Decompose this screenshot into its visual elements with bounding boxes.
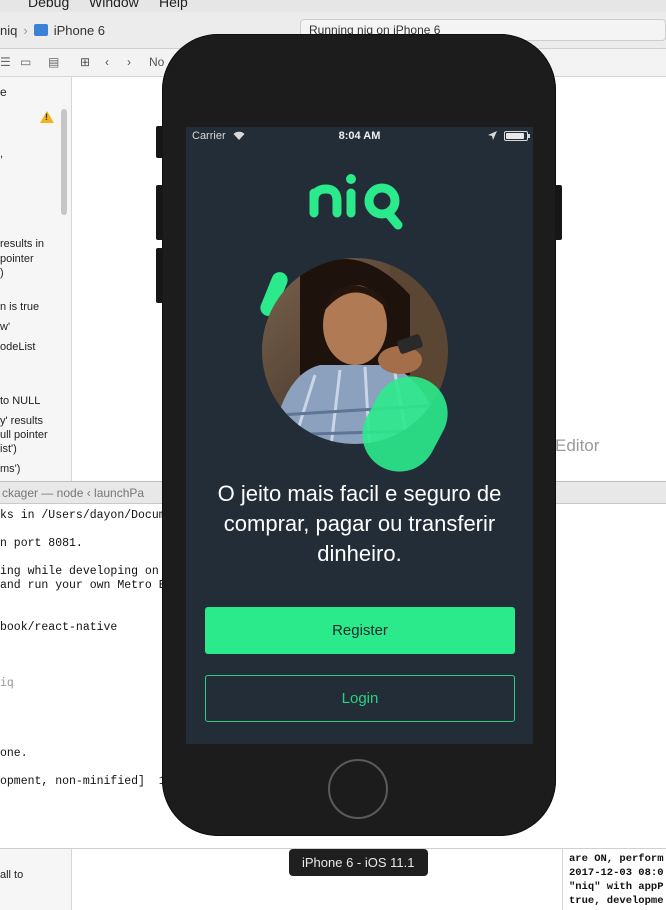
console-line: are ON, perform — [569, 853, 664, 865]
tag-icon[interactable]: ▭ — [20, 55, 31, 69]
menu-help[interactable]: Help — [159, 0, 188, 10]
terminal-line: iq — [0, 677, 14, 690]
jump-bar-label[interactable]: No — [149, 55, 164, 69]
terminal-line: ing while developing on — [0, 565, 159, 578]
menu-bar: Debug Window Help — [0, 0, 666, 12]
power-button — [555, 185, 562, 240]
issue-line[interactable]: ms') — [0, 462, 20, 476]
tagline: O jeito mais facil e seguro de comprar, … — [217, 481, 502, 566]
issue-line[interactable]: w' — [0, 320, 10, 334]
related-items-icon[interactable]: ⊞ — [80, 55, 90, 69]
mute-switch — [156, 126, 163, 158]
warning-icon — [40, 111, 54, 123]
console-line: 2017-12-03 08:0 — [569, 867, 664, 879]
navigator-header: e — [0, 85, 7, 99]
navigator-tool-bar: ☰ ▭ ▤ — [0, 49, 72, 77]
terminal-line: opment, non-minified] 1 — [0, 775, 166, 788]
home-button[interactable] — [328, 759, 388, 819]
editor-placeholder: Editor — [555, 436, 600, 455]
terminal-line: ks in /Users/dayon/Docum — [0, 509, 166, 522]
volume-up-button — [156, 185, 163, 240]
issue-line[interactable]: results in — [0, 237, 44, 251]
issue-line[interactable]: ) — [0, 266, 4, 280]
back-arrow-icon[interactable]: ‹ — [105, 55, 109, 69]
location-icon — [488, 131, 497, 140]
issue-navigator: e , results in pointer ) n is true w' od… — [0, 77, 72, 481]
register-button[interactable]: Register — [205, 607, 515, 654]
issue-line[interactable]: ull pointer — [0, 428, 48, 442]
volume-down-button — [156, 248, 163, 303]
issue-line[interactable]: pointer — [0, 252, 34, 266]
menu-debug[interactable]: Debug — [28, 0, 69, 10]
issue-line[interactable]: , — [0, 147, 3, 161]
terminal-line: n port 8081. — [0, 537, 83, 550]
desktop: Debug Window Help niq › iPhone 6 Running… — [0, 0, 666, 910]
variables-text: all to — [0, 869, 24, 881]
app-screen: Carrier 8:04 AM O jeito mais facil e seg… — [186, 127, 533, 744]
terminal-line: book/react-native — [0, 621, 118, 634]
issue-line[interactable]: ist') — [0, 442, 17, 456]
device-icon — [33, 24, 48, 36]
battery-icon — [504, 131, 530, 141]
terminal-line: one. — [0, 747, 28, 760]
issue-line[interactable]: y' results — [0, 414, 43, 428]
status-time: 8:04 AM — [338, 130, 381, 142]
hero-illustration — [260, 258, 448, 472]
variables-view: all to — [0, 849, 72, 910]
breakpoint-navigator-icon[interactable]: ☰ — [0, 55, 11, 69]
terminal-line: and run your own Metro B — [0, 579, 166, 592]
console-output: are ON, perform 2017-12-03 08:0 "niq" wi… — [562, 849, 666, 910]
forward-arrow-icon[interactable]: › — [127, 55, 131, 69]
issue-line[interactable]: odeList — [0, 340, 35, 354]
issue-line[interactable]: n is true — [0, 300, 39, 314]
menu-window[interactable]: Window — [89, 0, 139, 10]
niq-logo — [309, 174, 403, 230]
scheme-selector[interactable]: niq › iPhone 6 — [0, 18, 105, 42]
navigator-scrollbar[interactable] — [61, 109, 67, 215]
scheme-name[interactable]: niq — [0, 23, 17, 38]
status-bar: Carrier 8:04 AM — [186, 127, 533, 147]
console-line: "niq" with appP — [569, 881, 664, 893]
destination-name[interactable]: iPhone 6 — [54, 23, 105, 38]
chevron-right-icon: › — [23, 22, 28, 38]
report-navigator-icon[interactable]: ▤ — [48, 55, 59, 69]
issue-line[interactable]: to NULL — [0, 394, 40, 408]
console-line: true, developme — [569, 895, 664, 907]
login-button[interactable]: Login — [205, 675, 515, 722]
simulator-device-label: iPhone 6 - iOS 11.1 — [289, 849, 428, 876]
